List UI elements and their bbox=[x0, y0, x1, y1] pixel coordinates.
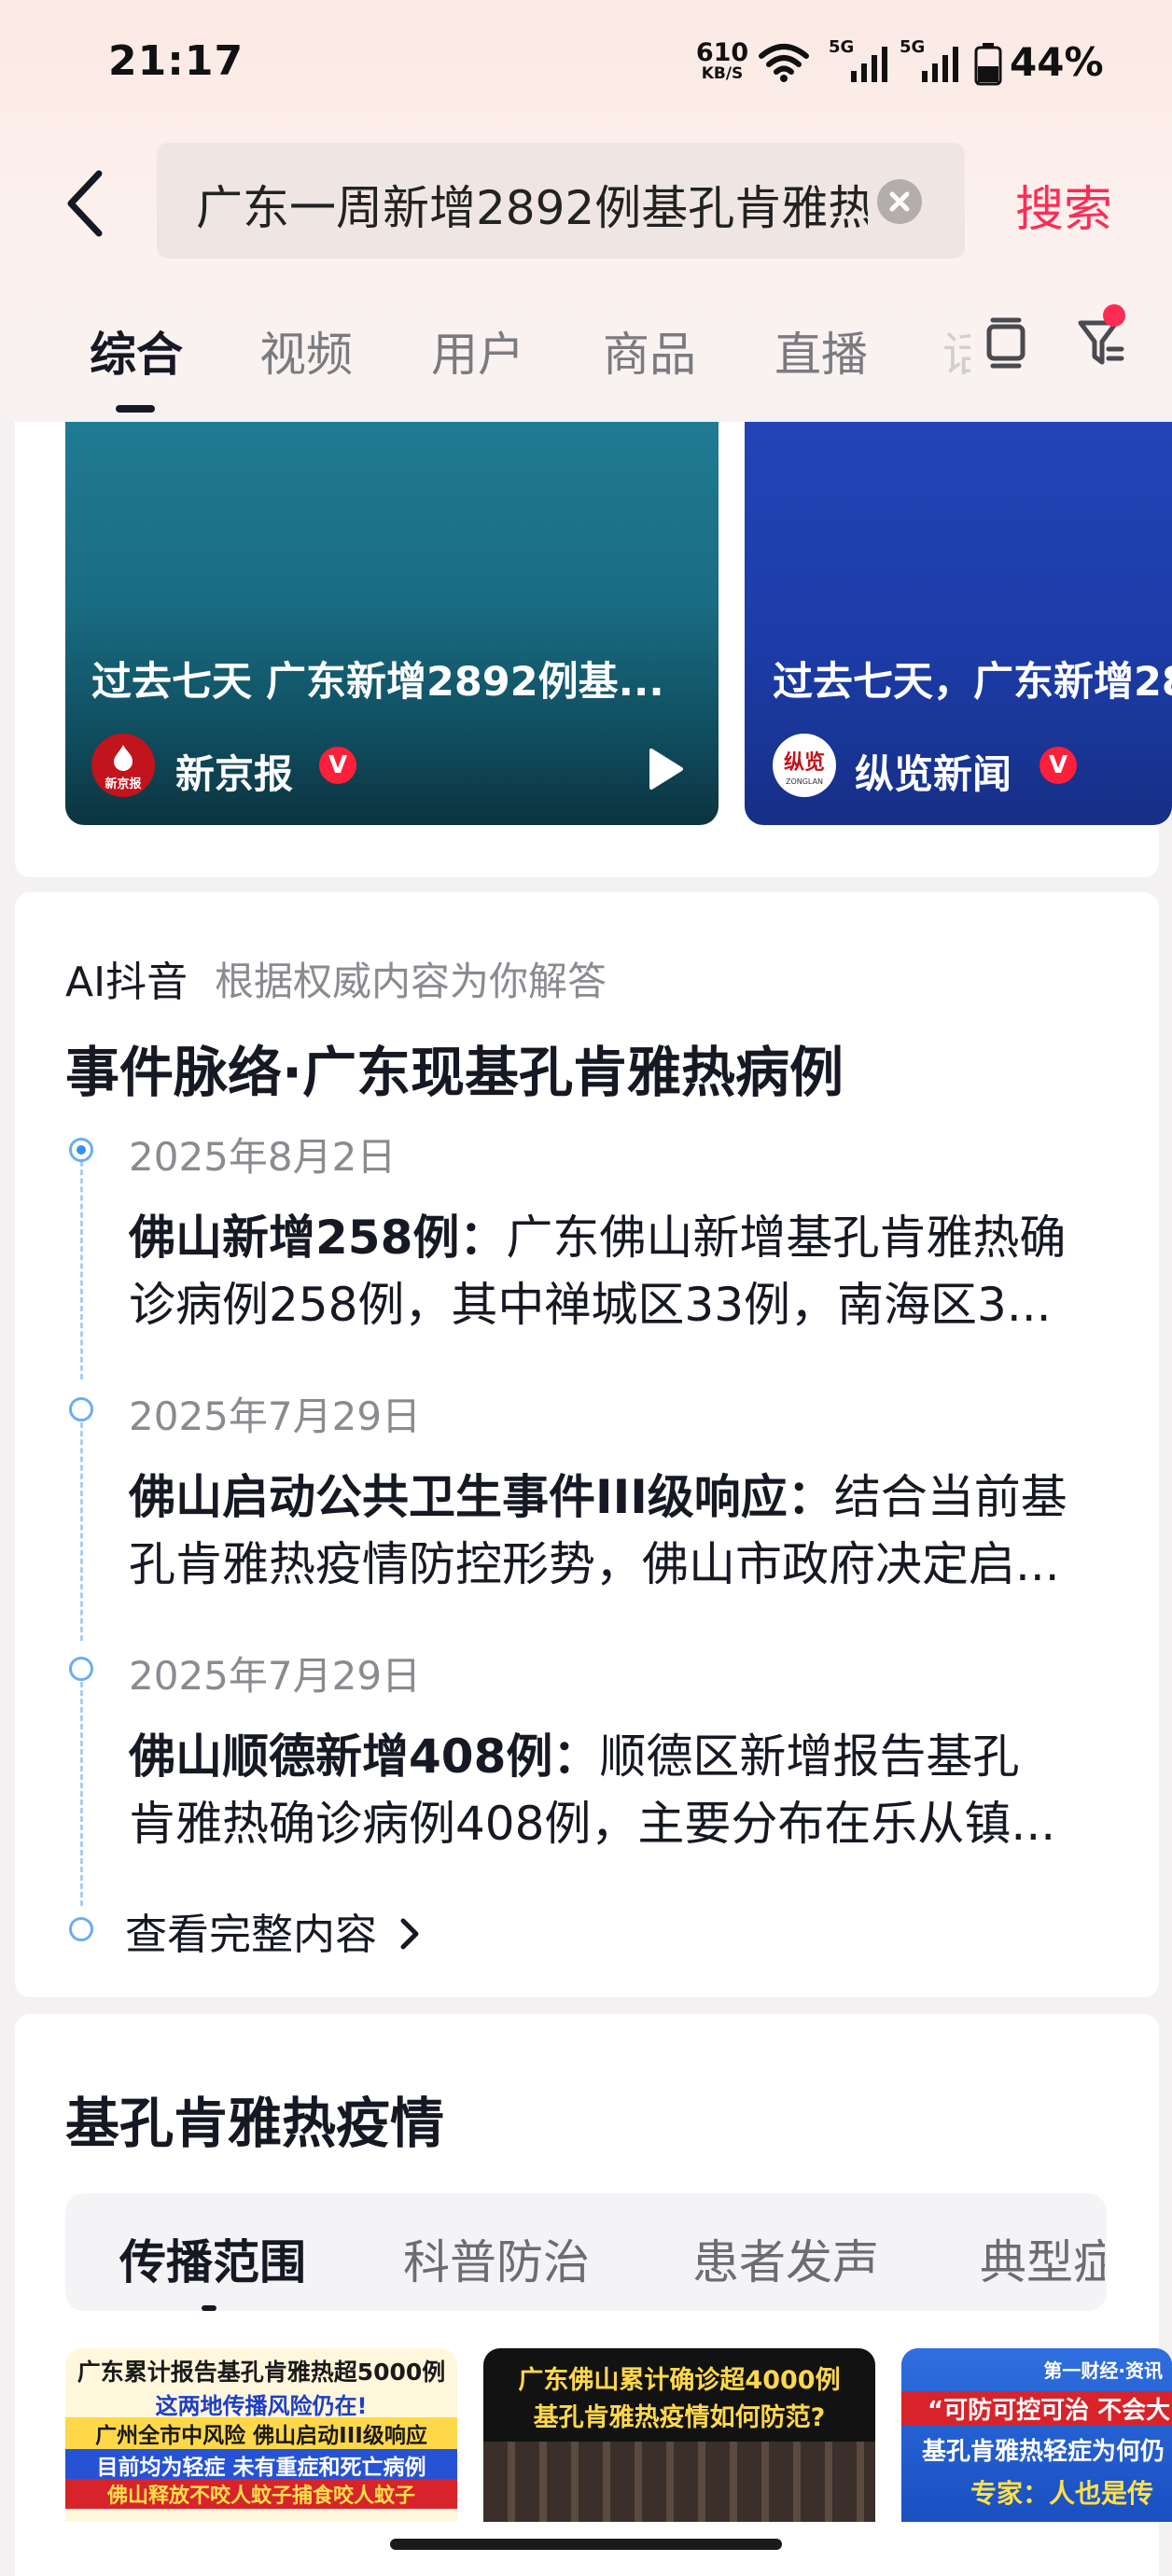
signal-5g-icon: 5G bbox=[829, 37, 890, 86]
timeline-dot bbox=[69, 1397, 93, 1421]
event-text: 广东佛山新增基孔肯雅热确 bbox=[506, 1211, 1067, 1265]
timeline-dot bbox=[69, 1917, 93, 1941]
timeline-dot-active bbox=[69, 1138, 93, 1162]
topic-tab-symptoms[interactable]: 典型症状 bbox=[980, 2225, 1105, 2292]
tab-users[interactable]: 用户 bbox=[431, 317, 524, 385]
ai-subtitle: 根据权威内容为你解答 bbox=[215, 959, 607, 1004]
topic-tab-patients[interactable]: 患者发声 bbox=[692, 2225, 879, 2292]
tab-topics[interactable]: 话 bbox=[942, 317, 970, 385]
ai-card-title: 事件脉络·广东现基孔肯雅热病例 bbox=[65, 1041, 844, 1104]
wifi-icon bbox=[759, 44, 809, 82]
thumbnail-caption: 佛山释放不咬人蚊子捕食咬人蚊子 bbox=[65, 2479, 457, 2509]
timeline-dot bbox=[69, 1657, 93, 1681]
timeline-line bbox=[80, 1161, 83, 1379]
event-text: 顺德区新增报告基孔 bbox=[599, 1729, 1020, 1784]
thumbnail-image bbox=[483, 2442, 875, 2522]
timeline-event[interactable]: 佛山启动公共卫生事件III级响应：结合当前基 孔肯雅热疫情防控形势，佛山市政府决… bbox=[129, 1463, 1118, 1598]
section-title: 基孔肯雅热疫情 bbox=[65, 2092, 445, 2155]
network-speed-unit: KB/S bbox=[701, 64, 744, 83]
event-text: 孔肯雅热疫情防控形势，佛山市政府决定启... bbox=[129, 1537, 1060, 1591]
svg-text:新京报: 新京报 bbox=[105, 777, 142, 791]
signal-5g-icon: 5G bbox=[900, 37, 961, 86]
svg-text:纵览: 纵览 bbox=[784, 750, 825, 775]
close-icon bbox=[889, 191, 910, 212]
play-icon[interactable] bbox=[644, 747, 685, 791]
network-speed-value: 610 bbox=[695, 38, 749, 67]
video-card[interactable]: 过去七天 广东新增2892例基... 新京报 新京报 V bbox=[65, 422, 719, 825]
status-time: 21:17 bbox=[108, 37, 244, 85]
active-topic-indicator bbox=[202, 2305, 216, 2311]
event-date: 2025年7月29日 bbox=[129, 1653, 422, 1699]
media-logo-icon: 纵览 ZONGLAN bbox=[774, 735, 835, 796]
video-thumbnail[interactable]: 第一财经·资讯 “可防可控可治 不会大 基孔肯雅热轻症为何仍 专家：人也是传 bbox=[901, 2348, 1172, 2522]
search-button[interactable]: 搜索 bbox=[1015, 170, 1112, 240]
thumbnail-caption: 第一财经·资讯 bbox=[1043, 2359, 1163, 2382]
tab-live[interactable]: 直播 bbox=[774, 317, 868, 385]
thumbnail-caption: 目前均为轻症 未有重症和死亡病例 bbox=[65, 2449, 457, 2481]
thumbnail-caption: 这两地传播风险仍在! bbox=[155, 2393, 368, 2419]
avatar: 新京报 bbox=[91, 734, 155, 797]
chevron-right-icon bbox=[400, 1918, 419, 1950]
event-text: 诊病例258例，其中禅城区33例，南海区3... bbox=[129, 1278, 1052, 1332]
thumbnail-caption: 基孔肯雅热轻症为何仍 bbox=[922, 2438, 1165, 2466]
tab-products[interactable]: 商品 bbox=[603, 317, 696, 385]
video-card[interactable]: 过去七天，广东新增2892例基孔肯雅热 纵览 ZONGLAN 纵览新闻 V bbox=[745, 422, 1172, 825]
verified-badge: V bbox=[319, 747, 356, 784]
battery-percentage: 44% bbox=[1010, 39, 1104, 85]
see-full-content-link[interactable]: 查看完整内容 bbox=[125, 1900, 424, 1961]
author-name[interactable]: 新京报 bbox=[175, 743, 293, 800]
see-full-label: 查看完整内容 bbox=[125, 1910, 378, 1959]
author-name[interactable]: 纵览新闻 bbox=[855, 743, 1012, 800]
avatar: 纵览 ZONGLAN bbox=[773, 734, 836, 797]
video-thumbnail[interactable]: 广东佛山累计确诊超4000例 基孔肯雅热疫情如何防范? bbox=[483, 2348, 875, 2522]
thumbnail-caption: “可防可控可治 不会大 bbox=[901, 2391, 1172, 2426]
layout-toggle-icon[interactable] bbox=[984, 317, 1028, 370]
video-thumbnail[interactable]: 广东累计报告基孔肯雅热超5000例 这两地传播风险仍在! 广州全市中风险 佛山启… bbox=[65, 2348, 457, 2522]
newspaper-logo-icon: 新京报 bbox=[92, 735, 154, 796]
timeline-line bbox=[80, 1422, 83, 1641]
timeline-event[interactable]: 佛山顺德新增408例：顺德区新增报告基孔 肯雅热确诊病例408例，主要分布在乐从… bbox=[129, 1723, 1118, 1857]
thumbnail-caption: 广东佛山累计确诊超4000例 bbox=[518, 2366, 841, 2395]
event-date: 2025年8月2日 bbox=[129, 1134, 397, 1180]
event-headline: 佛山顺德新增408例： bbox=[129, 1729, 600, 1784]
video-title: 过去七天 广东新增2892例基... bbox=[91, 659, 664, 706]
timeline-line bbox=[80, 1682, 83, 1906]
event-text: 结合当前基 bbox=[833, 1470, 1067, 1524]
tab-video[interactable]: 视频 bbox=[259, 317, 353, 385]
tab-comprehensive[interactable]: 综合 bbox=[90, 317, 183, 385]
video-title: 过去七天，广东新增2892例基孔肯雅热 bbox=[773, 659, 1172, 706]
thumbnail-caption: 广东累计报告基孔肯雅热超5000例 bbox=[77, 2359, 446, 2386]
event-date: 2025年7月29日 bbox=[129, 1393, 422, 1439]
verified-badge: V bbox=[1039, 747, 1077, 784]
timeline-event[interactable]: 佛山新增258例：广东佛山新增基孔肯雅热确 诊病例258例，其中禅城区33例，南… bbox=[129, 1204, 1118, 1338]
search-input[interactable]: 广东一周新增2892例基孔肯雅热 bbox=[196, 171, 868, 238]
filter-notification-dot bbox=[1103, 304, 1125, 327]
topic-tab-spread[interactable]: 传播范围 bbox=[119, 2225, 306, 2292]
event-text: 肯雅热确诊病例408例，主要分布在乐从镇... bbox=[129, 1797, 1056, 1851]
home-indicator[interactable] bbox=[390, 2539, 782, 2550]
thumbnail-caption: 专家：人也是传 bbox=[970, 2478, 1154, 2509]
ai-douyin-logo: AI抖音 bbox=[65, 959, 188, 1006]
event-headline: 佛山新增258例： bbox=[129, 1211, 507, 1265]
event-headline: 佛山启动公共卫生事件III级响应： bbox=[129, 1470, 834, 1524]
topic-tab-prevention[interactable]: 科普防治 bbox=[403, 2225, 590, 2292]
clear-search-button[interactable] bbox=[877, 179, 922, 224]
active-tab-indicator bbox=[116, 405, 155, 413]
back-arrow-icon[interactable] bbox=[62, 168, 110, 239]
thumbnail-caption: 广州全市中风险 佛山启动III级响应 bbox=[65, 2417, 457, 2449]
thumbnail-caption: 基孔肯雅热疫情如何防范? bbox=[533, 2403, 826, 2432]
network-speed: 610 KB/S bbox=[694, 38, 750, 83]
svg-text:ZONGLAN: ZONGLAN bbox=[786, 777, 823, 786]
battery-icon bbox=[974, 43, 1002, 86]
